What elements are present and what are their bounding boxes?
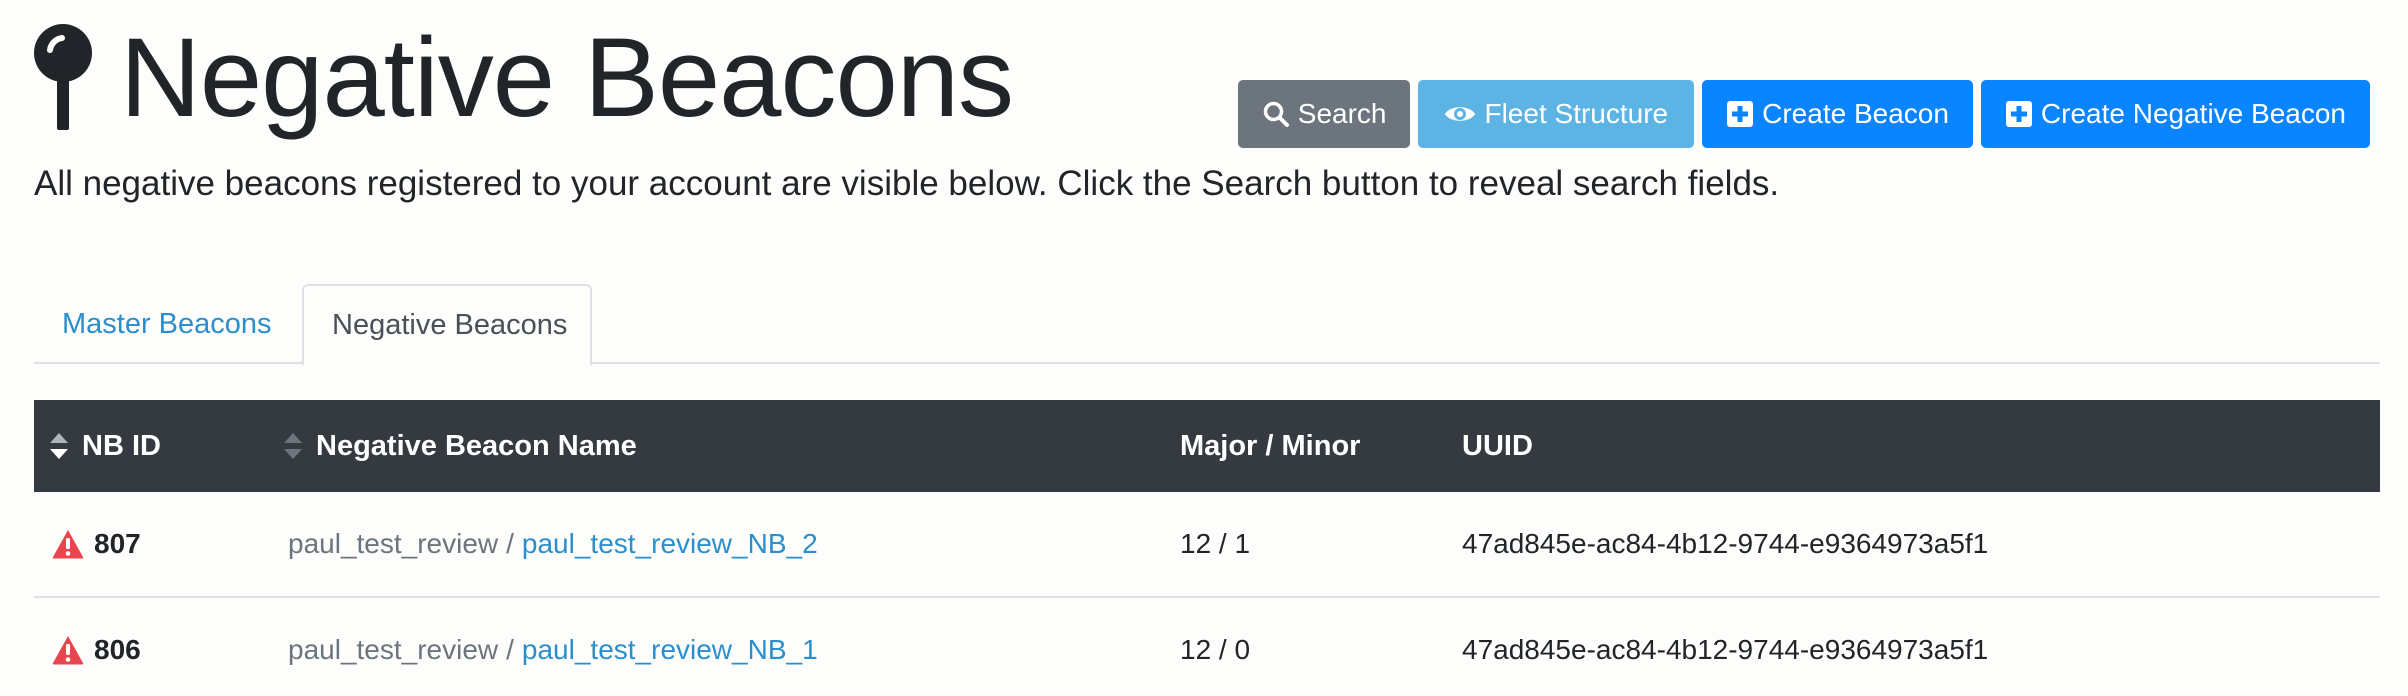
beacon-tabs: Master Beacons Negative Beacons [34,284,2380,366]
warning-icon [52,636,84,665]
name-separator: / [506,634,514,665]
sort-icon [284,433,302,459]
nb-id-cell: 807 [52,492,141,596]
page-title: Negative Beacons [120,15,1014,140]
uuid-cell: 47ad845e-ac84-4b12-9744-e9364973a5f1 [1462,528,1989,559]
owner-name: paul_test_review [288,528,499,559]
table-header-row: NB ID Negative Beacon Name Major / Minor… [34,400,2380,492]
column-header-label: Major / Minor [1180,429,1361,462]
fleet-structure-button-label: Fleet Structure [1484,98,1669,129]
nb-id-cell: 806 [52,598,141,696]
tab-master-beacons[interactable]: Master Beacons [34,284,300,364]
column-header-label: UUID [1462,429,1533,462]
negative-beacon-name-cell: paul_test_review / paul_test_review_NB_2 [288,492,818,596]
table-row: 806 paul_test_review / paul_test_review_… [34,598,2380,696]
negative-beacon-name-cell: paul_test_review / paul_test_review_NB_1 [288,598,818,696]
search-button[interactable]: Search [1237,80,1411,148]
column-header-label: Negative Beacon Name [316,429,637,462]
nb-id: 806 [94,634,141,665]
column-header-uuid: UUID [1462,400,1533,492]
create-negative-beacon-button[interactable]: Create Negative Beacon [1980,80,2370,148]
tab-negative-beacons[interactable]: Negative Beacons [302,284,592,366]
fleet-structure-button[interactable]: Fleet Structure [1418,80,1695,148]
column-header-major-minor: Major / Minor [1180,400,1360,492]
owner-name: paul_test_review [288,634,499,665]
name-separator: / [506,528,514,559]
major-minor-cell: 12 / 0 [1180,634,1251,665]
negative-beacons-table: NB ID Negative Beacon Name Major / Minor… [34,400,2380,665]
plus-square-icon [1727,101,1754,127]
sort-icon [50,433,68,459]
create-beacon-button-label: Create Beacon [1762,98,1949,129]
page-subtitle: All negative beacons registered to your … [34,164,1780,203]
uuid-cell: 47ad845e-ac84-4b12-9744-e9364973a5f1 [1462,634,1989,665]
plus-square-icon [2005,101,2032,127]
page: Negative Beacons All negative beacons re… [0,0,2408,696]
create-negative-beacon-button-label: Create Negative Beacon [2040,98,2346,129]
nb-id: 807 [94,528,141,559]
create-beacon-button[interactable]: Create Beacon [1702,80,1973,148]
map-pin-icon [34,24,92,130]
title-row: Negative Beacons [32,15,1014,140]
major-minor-cell: 12 / 1 [1180,528,1251,559]
search-icon [1263,101,1289,127]
warning-icon [52,530,84,559]
negative-beacon-link[interactable]: paul_test_review_NB_2 [522,528,818,560]
search-button-label: Search [1297,98,1387,129]
toolbar: Search Fleet Structure Create Beacon Cre… [1237,80,2370,148]
table-row: 807 paul_test_review / paul_test_review_… [34,492,2380,598]
column-header-label: NB ID [82,429,161,462]
column-header-negative-beacon-name[interactable]: Negative Beacon Name [282,400,637,492]
negative-beacon-link[interactable]: paul_test_review_NB_1 [522,634,818,666]
eye-icon [1445,107,1476,121]
column-header-nb-id[interactable]: NB ID [48,400,161,492]
